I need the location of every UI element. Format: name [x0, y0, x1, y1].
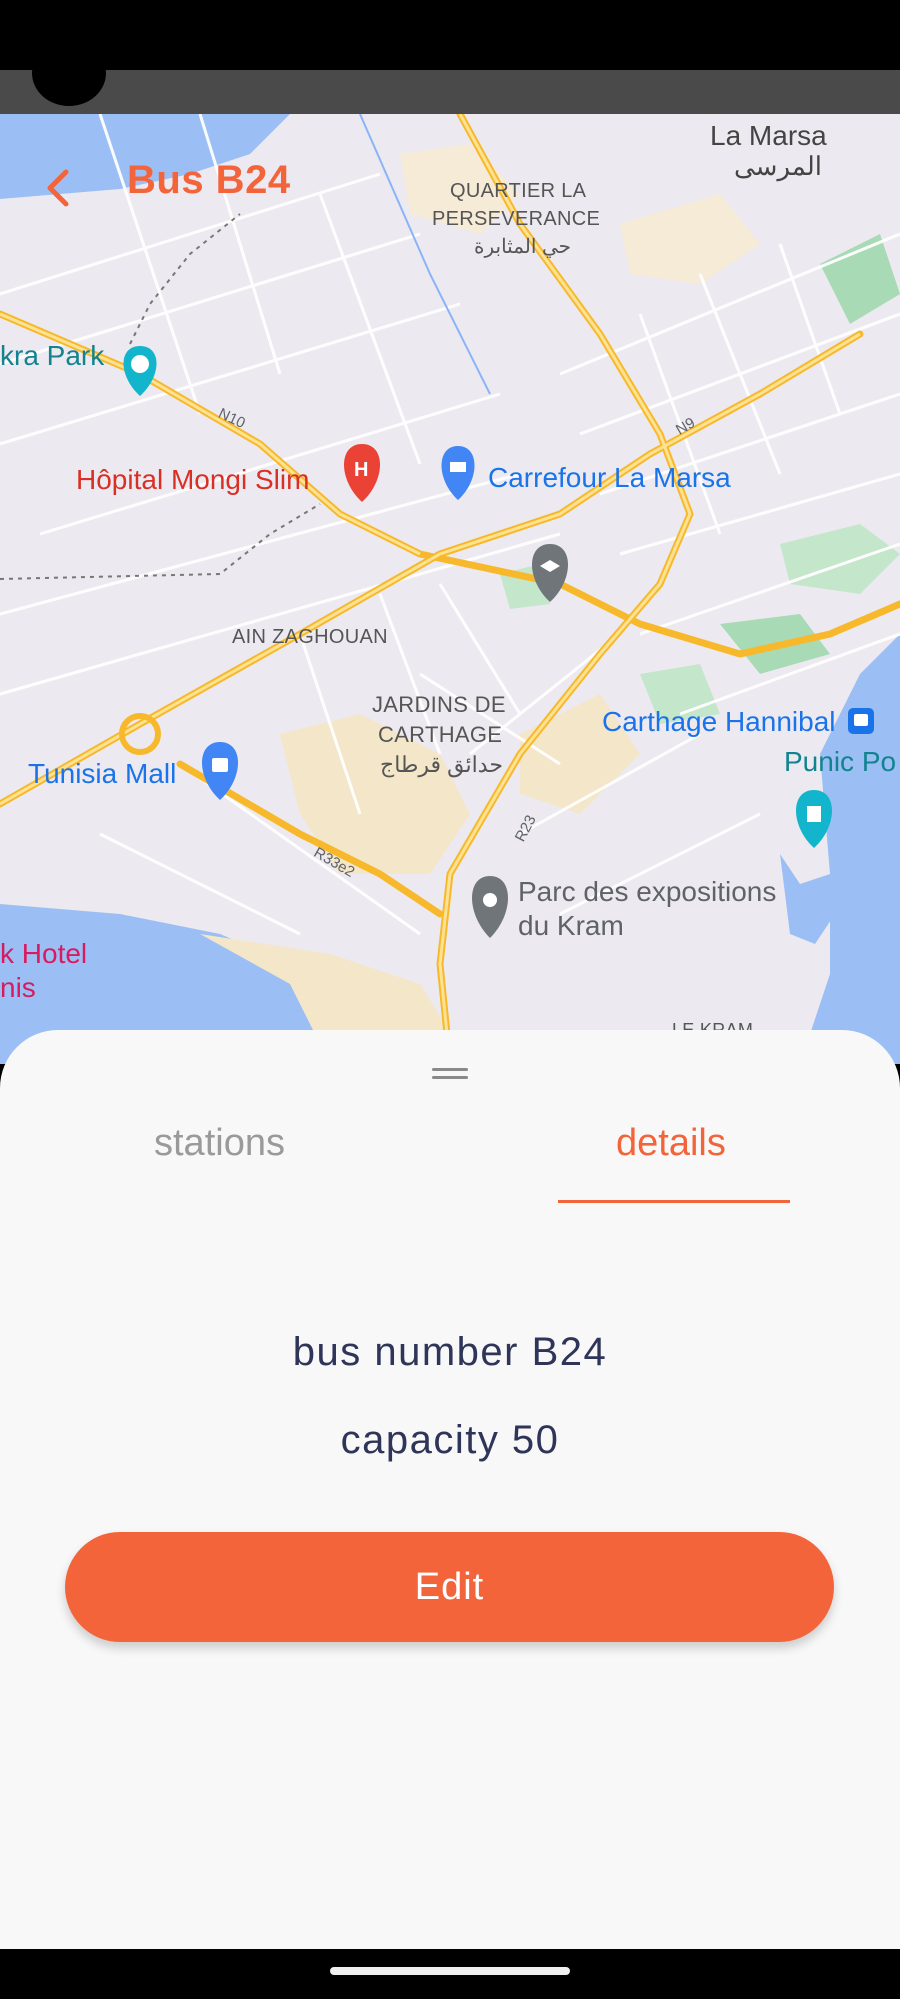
active-tab-indicator [558, 1200, 790, 1203]
bottom-sheet: stations details bus number B24 capacity… [0, 1030, 900, 1949]
map-label-park[interactable]: kra Park [0, 340, 104, 372]
map-label-quartier-ar: حي المثابرة [474, 236, 572, 258]
app-bar-strip [0, 70, 900, 114]
dotted-path-1 [129, 213, 241, 345]
map-label-tunisia-mall[interactable]: Tunisia Mall [28, 758, 176, 790]
svg-text:H: H [354, 459, 368, 481]
system-nav-bar [0, 1949, 900, 1999]
edit-button[interactable]: Edit [65, 1532, 834, 1642]
tab-stations[interactable]: stations [154, 1122, 285, 1165]
chevron-left-icon [47, 169, 69, 207]
map-label-hopital[interactable]: Hôpital Mongi Slim [76, 464, 309, 496]
train-station-icon [848, 708, 874, 734]
map-label-parc-1[interactable]: Parc des expositions [518, 876, 776, 908]
water-port [780, 854, 835, 944]
tab-details[interactable]: details [616, 1122, 726, 1165]
map-label-jardins-2: CARTHAGE [378, 722, 503, 747]
map-label-hotel-1[interactable]: k Hotel [0, 938, 87, 970]
map-label-la-marsa-ar: المرسى [734, 151, 822, 181]
map-label-hotel-2[interactable]: nis [0, 972, 36, 1004]
status-bar [0, 0, 900, 70]
map-label-carrefour[interactable]: Carrefour La Marsa [488, 462, 731, 494]
shopping-cart-pin-icon [441, 446, 475, 500]
back-button[interactable] [40, 166, 80, 210]
map-label-jardins-ar: حدائق قرطاج [380, 752, 503, 777]
location-pin-icon [472, 876, 508, 938]
green-2 [780, 524, 900, 594]
green-1 [820, 234, 900, 324]
landmark-pin-icon [796, 790, 832, 848]
capacity-text: capacity 50 [340, 1418, 560, 1462]
camera-cutout [32, 40, 106, 106]
hospital-pin-icon: H [344, 444, 380, 502]
map-label-parc-2[interactable]: du Kram [518, 910, 624, 942]
map-label-quartier-1: QUARTIER LA [450, 180, 587, 202]
map-canvas: H [0, 114, 900, 1064]
water-sea [800, 634, 900, 1064]
sand-area-5 [620, 194, 760, 284]
map-label-punic-port[interactable]: Punic Po [784, 746, 896, 778]
map-label-la-marsa: La Marsa [710, 120, 827, 151]
map-view[interactable]: H La Marsa المرسى QUARTIER LA PERSEVERAN… [0, 114, 900, 1064]
drag-handle[interactable] [432, 1068, 468, 1082]
map-label-ain-zaghouan: AIN ZAGHOUAN [232, 626, 388, 648]
page-title: Bus B24 [127, 158, 291, 202]
map-label-quartier-2: PERSEVERANCE [432, 208, 601, 230]
bus-number-text: bus number B24 [292, 1330, 608, 1374]
home-indicator[interactable] [330, 1967, 570, 1975]
park-pin-icon [123, 346, 157, 396]
map-label-carthage-hannibal[interactable]: Carthage Hannibal [602, 706, 836, 738]
map-label-jardins-1: JARDINS DE [372, 692, 506, 717]
